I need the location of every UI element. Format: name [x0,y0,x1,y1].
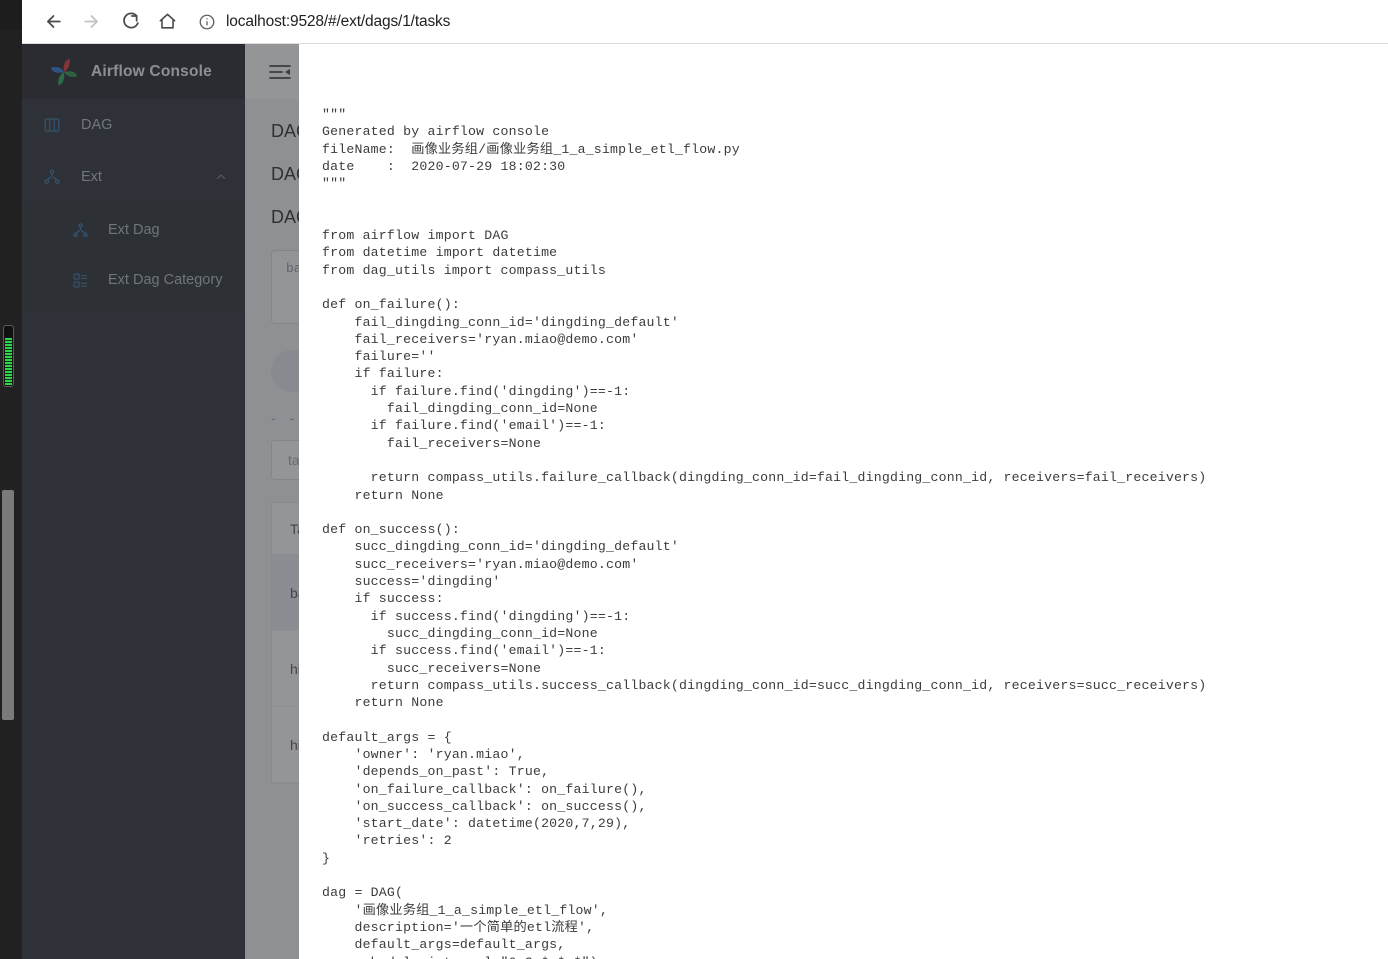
home-icon [158,12,177,31]
window-left-gutter [0,0,22,959]
address-bar-url: localhost:9528/#/ext/dags/1/tasks [226,12,451,30]
home-button[interactable] [150,5,184,39]
reload-button[interactable] [112,5,146,39]
forward-arrow-icon [82,12,101,31]
info-circle-icon[interactable] [198,13,216,31]
reload-icon [120,12,139,31]
browser-toolbar: localhost:9528/#/ext/dags/1/tasks [22,0,1388,44]
dag-code-modal-body: """ Generated by airflow console fileNam… [299,44,1388,959]
back-arrow-icon [44,12,63,31]
forward-button[interactable] [74,5,108,39]
address-bar[interactable]: localhost:9528/#/ext/dags/1/tasks [196,6,1374,37]
screen: localhost:9528/#/ext/dags/1/tasks DAG Id… [0,0,1388,959]
dag-python-source: """ Generated by airflow console fileNam… [322,107,1207,959]
window-gutter-top [0,0,22,30]
dag-code-modal: """ Generated by airflow console fileNam… [299,44,1388,959]
page-scrollbar-thumb[interactable] [2,490,14,720]
green-scroll-indicator[interactable] [3,325,14,387]
back-button[interactable] [36,5,70,39]
app-viewport: DAG Id DAG Code DAG Tasks bash_task = Ba… [22,44,1388,959]
green-scroll-fill [5,338,12,385]
